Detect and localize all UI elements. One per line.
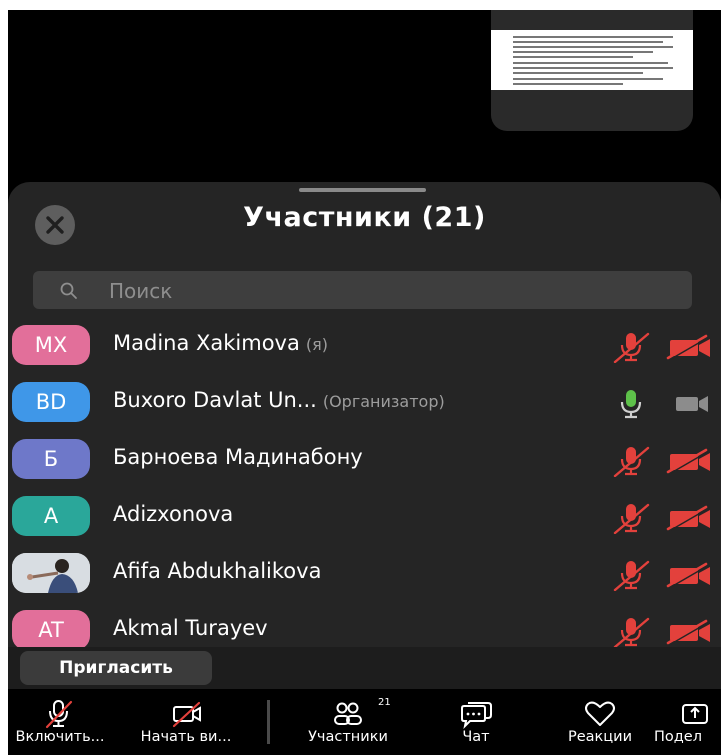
participant-row[interactable]: BD Buxoro Davlat Un... (Организатор) xyxy=(8,378,721,435)
start-video-button[interactable]: Начать ви... xyxy=(123,689,249,755)
share-label: Подел xyxy=(654,729,702,745)
participants-icon xyxy=(334,702,362,725)
microphone-muted-icon[interactable] xyxy=(611,559,651,591)
search-icon xyxy=(60,282,77,299)
heart-icon xyxy=(585,701,615,726)
microphone-muted-icon[interactable] xyxy=(611,331,651,363)
share-icon xyxy=(682,704,708,724)
chat-button[interactable]: Чат xyxy=(438,689,514,755)
video-off-icon[interactable] xyxy=(666,448,714,474)
participant-name-wrap: Барноева Мадинабону xyxy=(113,445,363,469)
search-placeholder: Поиск xyxy=(109,279,173,303)
toolbar-divider xyxy=(267,700,270,744)
participant-tag: (Организатор) xyxy=(322,392,445,411)
participant-name: Madina Xakimova xyxy=(113,331,300,355)
video-off-icon[interactable] xyxy=(666,334,714,360)
reactions-button[interactable]: Реакции xyxy=(548,689,652,755)
video-off-icon xyxy=(172,701,201,728)
participants-label: Участники xyxy=(308,729,388,745)
meeting-screen: Участники (21) Поиск MX Madina Xakimova (… xyxy=(8,10,721,755)
participant-row[interactable]: Б Барноева Мадинабону xyxy=(8,435,721,492)
unmute-label: Включить... xyxy=(15,729,105,745)
search-input[interactable]: Поиск xyxy=(33,271,692,309)
avatar: AT xyxy=(12,610,90,650)
meeting-toolbar: Включить... Начать ви... Участники 21 Ча… xyxy=(8,689,721,755)
microphone-muted-icon[interactable] xyxy=(611,502,651,534)
avatar: MX xyxy=(12,325,90,365)
avatar: Б xyxy=(12,439,90,479)
microphone-muted-icon[interactable] xyxy=(611,445,651,477)
invite-button[interactable]: Пригласить xyxy=(20,651,212,685)
participants-panel: Участники (21) Поиск MX Madina Xakimova (… xyxy=(8,182,721,755)
unmute-button[interactable]: Включить... xyxy=(8,689,120,755)
participant-name-wrap: Madina Xakimova (я) xyxy=(113,331,328,355)
participant-name: Buxoro Davlat Un... xyxy=(113,388,317,412)
participant-name-wrap: Adizxonova xyxy=(113,502,233,526)
participant-name-wrap: Akmal Turayev xyxy=(113,616,268,640)
participant-name-wrap: Buxoro Davlat Un... (Организатор) xyxy=(113,388,445,412)
panel-title: Участники (21) xyxy=(243,202,486,233)
avatar: BD xyxy=(12,382,90,422)
participant-name-wrap: Afifa Abdukhalikova xyxy=(113,559,321,583)
participants-count-badge: 21 xyxy=(378,697,391,708)
drag-handle[interactable] xyxy=(299,188,426,192)
participant-name: Akmal Turayev xyxy=(113,616,268,640)
video-off-icon[interactable] xyxy=(666,562,714,588)
microphone-muted-icon xyxy=(45,700,73,729)
participant-row[interactable]: A Adizxonova xyxy=(8,492,721,549)
microphone-muted-icon[interactable] xyxy=(611,616,651,648)
participant-row[interactable]: Afifa Abdukhalikova xyxy=(8,549,721,606)
participant-name: Afifa Abdukhalikova xyxy=(113,559,322,583)
shared-screen-thumbnail[interactable] xyxy=(491,10,693,131)
avatar-photo xyxy=(12,553,90,593)
microphone-icon[interactable] xyxy=(611,388,651,420)
chat-label: Чат xyxy=(462,729,490,745)
participant-name: Барноева Мадинабону xyxy=(113,445,363,469)
video-off-icon[interactable] xyxy=(666,619,714,645)
participant-tag: (я) xyxy=(305,335,328,354)
invite-bar: Пригласить xyxy=(8,647,721,689)
participant-name: Adizxonova xyxy=(113,502,234,526)
participant-row[interactable]: MX Madina Xakimova (я) xyxy=(8,321,721,378)
profile-photo xyxy=(12,553,90,593)
start-video-label: Начать ви... xyxy=(140,729,232,745)
video-off-icon[interactable] xyxy=(666,505,714,531)
chat-icon xyxy=(461,702,492,729)
reactions-label: Реакции xyxy=(567,729,633,745)
share-button[interactable]: Подел xyxy=(652,689,721,755)
video-icon[interactable] xyxy=(666,391,714,417)
shared-document-preview xyxy=(491,30,693,90)
avatar: A xyxy=(12,496,90,536)
